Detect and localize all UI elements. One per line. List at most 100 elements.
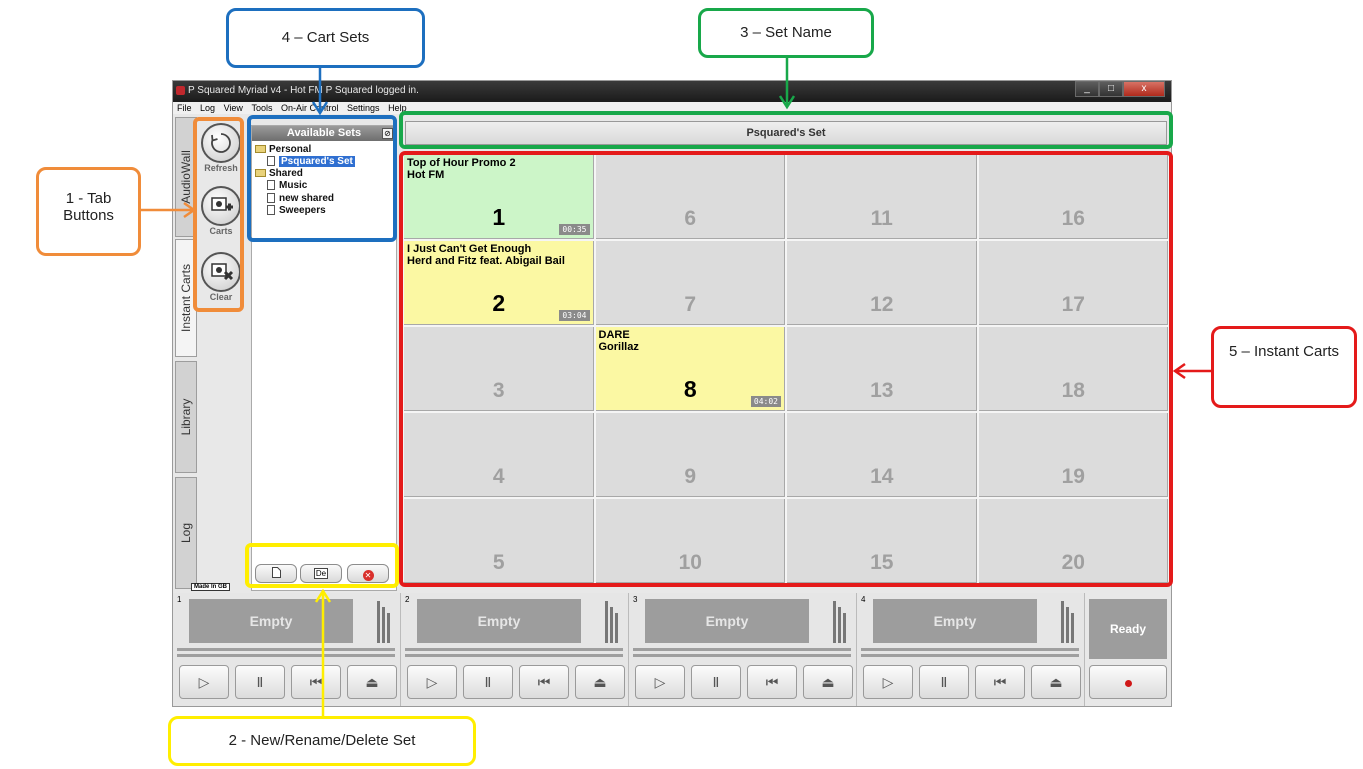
pause-icon: Ⅱ: [712, 674, 720, 690]
highlight-cart-sets: [247, 115, 397, 242]
player-2: 2 Empty ▷ Ⅱ ⏮ ⏏: [401, 593, 629, 706]
callout-set-buttons-text: 2 - New/Rename/Delete Set: [228, 732, 416, 749]
record-icon: [1124, 680, 1132, 687]
eject-button[interactable]: ⏏: [347, 665, 397, 699]
callout-instant-carts-text: 5 – Instant Carts: [1228, 343, 1340, 360]
ready-indicator: Ready: [1089, 599, 1167, 659]
highlight-set-name: [399, 111, 1173, 149]
play-button[interactable]: ▷: [407, 665, 457, 699]
level-meter: [1066, 607, 1069, 643]
eject-icon: ⏏: [593, 674, 607, 690]
pause-icon: Ⅱ: [940, 674, 948, 690]
play-icon: ▷: [654, 674, 666, 690]
play-button[interactable]: ▷: [863, 665, 913, 699]
maximize-button[interactable]: □: [1099, 81, 1123, 97]
progress-bar: [861, 654, 1079, 657]
level-meter: [377, 601, 380, 643]
arrow-instant-carts: [1173, 362, 1211, 380]
ready-label: Ready: [1109, 622, 1147, 636]
player-number: 3: [633, 595, 638, 604]
window-controls: _ □ x: [1075, 81, 1165, 98]
callout-set-buttons: 2 - New/Rename/Delete Set: [168, 716, 476, 766]
pause-button[interactable]: Ⅱ: [235, 665, 285, 699]
player-number: 2: [405, 595, 410, 604]
play-icon: ▷: [426, 674, 438, 690]
arrow-cart-sets: [311, 66, 329, 116]
player-number: 1: [177, 595, 182, 604]
rewind-button[interactable]: ⏮: [747, 665, 797, 699]
tab-log[interactable]: Log: [175, 477, 197, 589]
rewind-icon: ⏮: [765, 674, 779, 690]
play-button[interactable]: ▷: [179, 665, 229, 699]
callout-instant-carts: 5 – Instant Carts: [1211, 326, 1357, 408]
level-meter: [843, 613, 846, 643]
progress-bar: [633, 654, 851, 657]
tab-instant-carts-label: Instant Carts: [179, 263, 193, 333]
progress-bar: [177, 654, 395, 657]
rewind-button[interactable]: ⏮: [519, 665, 569, 699]
pause-icon: Ⅱ: [484, 674, 492, 690]
level-meter: [610, 607, 613, 643]
pause-button[interactable]: Ⅱ: [463, 665, 513, 699]
highlight-set-buttons: [245, 543, 399, 588]
menu-file[interactable]: File: [177, 102, 192, 114]
rewind-icon: ⏮: [537, 674, 551, 690]
eject-icon: ⏏: [365, 674, 379, 690]
highlight-instant-carts: [399, 151, 1173, 587]
level-meter: [615, 613, 618, 643]
arrow-set-buttons: [314, 588, 332, 716]
progress-bar: [633, 648, 851, 651]
level-meter: [833, 601, 836, 643]
level-meter: [1071, 613, 1074, 643]
player-3: 3 Empty ▷ Ⅱ ⏮ ⏏: [629, 593, 857, 706]
eject-icon: ⏏: [1049, 674, 1063, 690]
rewind-icon: ⏮: [993, 674, 1007, 690]
callout-cart-sets-text: 4 – Cart Sets: [281, 29, 370, 46]
tab-audiowall-label: AudioWall: [179, 150, 193, 204]
tab-library-label: Library: [179, 398, 193, 436]
made-in-badge: Made In GB: [191, 583, 231, 591]
callout-cart-sets: 4 – Cart Sets: [226, 8, 425, 68]
play-button[interactable]: ▷: [635, 665, 685, 699]
minimize-button[interactable]: _: [1075, 81, 1099, 97]
callout-set-name: 3 – Set Name: [698, 8, 874, 58]
play-icon: ▷: [198, 674, 210, 690]
callout-set-name-text: 3 – Set Name: [740, 24, 832, 41]
callout-tab-buttons: 1 - Tab Buttons: [36, 167, 141, 256]
menu-view[interactable]: View: [224, 102, 243, 114]
tab-log-label: Log: [179, 522, 193, 544]
record-button[interactable]: [1089, 665, 1167, 699]
rewind-button[interactable]: ⏮: [975, 665, 1025, 699]
play-icon: ▷: [882, 674, 894, 690]
eject-button[interactable]: ⏏: [803, 665, 853, 699]
tab-library[interactable]: Library: [175, 361, 197, 473]
player-status: Empty: [645, 599, 809, 643]
progress-bar: [861, 648, 1079, 651]
arrow-tab-buttons: [140, 201, 197, 219]
eject-button[interactable]: ⏏: [1031, 665, 1081, 699]
highlight-tab-buttons: [193, 117, 244, 312]
progress-bar: [405, 654, 623, 657]
window-title: P Squared Myriad v4 - Hot FM P Squared l…: [188, 85, 419, 96]
menu-settings[interactable]: Settings: [347, 102, 380, 114]
level-meter: [387, 613, 390, 643]
level-meter: [1061, 601, 1064, 643]
level-meter: [605, 601, 608, 643]
level-meter: [382, 607, 385, 643]
menu-log[interactable]: Log: [200, 102, 215, 114]
player-status: Empty: [417, 599, 581, 643]
callout-tab-buttons-text: 1 - Tab Buttons: [63, 190, 114, 224]
eject-button[interactable]: ⏏: [575, 665, 625, 699]
menu-tools[interactable]: Tools: [251, 102, 272, 114]
app-icon: [176, 86, 185, 95]
player-status: Empty: [873, 599, 1037, 643]
progress-bar: [177, 648, 395, 651]
pause-button[interactable]: Ⅱ: [919, 665, 969, 699]
player-4: 4 Empty ▷ Ⅱ ⏮ ⏏: [857, 593, 1085, 706]
pause-button[interactable]: Ⅱ: [691, 665, 741, 699]
close-button[interactable]: x: [1123, 81, 1165, 97]
player-number: 4: [861, 595, 866, 604]
player-1: 1 Empty ▷ Ⅱ ⏮ ⏏: [173, 593, 401, 706]
progress-bar: [405, 648, 623, 651]
level-meter: [838, 607, 841, 643]
